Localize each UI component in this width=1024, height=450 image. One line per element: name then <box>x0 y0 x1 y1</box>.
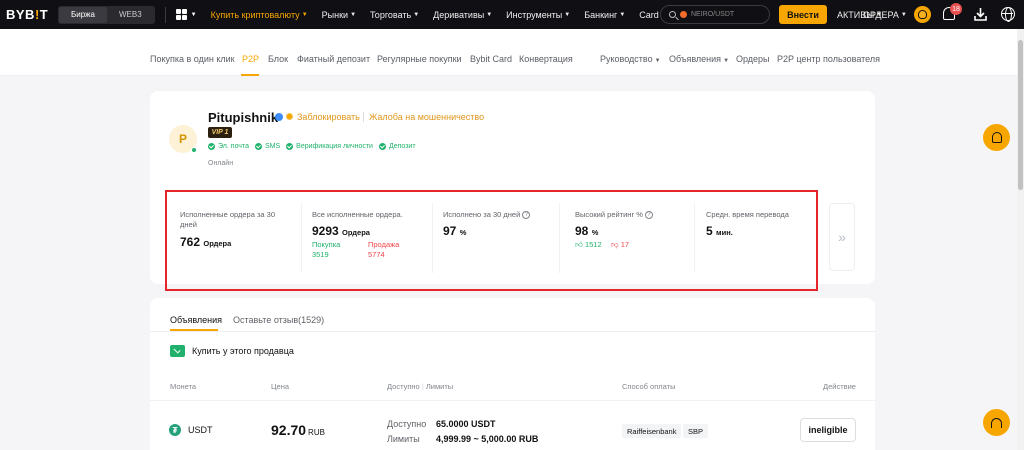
scrollbar-thumb[interactable] <box>1018 40 1023 190</box>
subnav-guide[interactable]: Руководство ▼ <box>600 54 661 64</box>
divider <box>150 331 875 332</box>
globe-icon[interactable] <box>1001 7 1015 22</box>
report-fraud-link[interactable]: Жалоба на мошенничество <box>369 112 484 122</box>
verified-badge-icon <box>275 113 283 121</box>
top-navbar: BYB!T Биржа WEB3 ▼ Купить криптовалюту ▼ … <box>0 0 1024 29</box>
menu-buy-crypto[interactable]: Купить криптовалюту ▼ <box>204 0 315 29</box>
buy-from-seller-header: Купить у этого продавца <box>170 345 294 357</box>
bell-icon <box>991 132 1002 143</box>
chevron-down-icon: ▼ <box>564 11 571 18</box>
subnav-fiat-deposit[interactable]: Фиатный депозит <box>297 54 370 64</box>
check-circle-icon <box>208 143 215 150</box>
avail-values: 65.0000 USDT 4,999.99 ~ 5,000.00 RUB <box>436 419 539 444</box>
vip-badge: VIP 1 <box>208 127 232 138</box>
headset-icon <box>991 417 1002 428</box>
chevron-down-icon: ▼ <box>486 11 493 18</box>
stats-highlight-box <box>165 190 818 291</box>
subnav-one-click-buy[interactable]: Покупка в один клик <box>150 54 235 64</box>
usdt-icon: ₮ <box>169 424 181 436</box>
subnav-orders[interactable]: Ордеры <box>736 54 770 64</box>
merchant-name: Pitupishnik <box>208 110 279 125</box>
coin-name: USDT <box>188 425 213 435</box>
search-input[interactable]: NEIRO/USDT <box>660 5 770 24</box>
chevron-down-icon: ▼ <box>654 58 661 64</box>
verification-sms: SMS <box>254 143 280 150</box>
check-circle-icon <box>286 143 294 150</box>
divider <box>363 112 364 122</box>
verification-identity: Верификация личности <box>286 143 373 150</box>
chevron-down-icon: ▼ <box>723 58 730 64</box>
subnav-recurring-buy[interactable]: Регулярные покупки <box>377 54 462 64</box>
chevron-down-icon: ▼ <box>301 11 308 18</box>
col-action: Действие <box>823 382 856 391</box>
floating-support-button[interactable] <box>983 409 1010 436</box>
col-coin: Монета <box>170 382 197 391</box>
divider <box>150 400 875 401</box>
check-circle-icon <box>254 143 262 150</box>
orders-menu[interactable]: ОРДЕРА ▼ <box>863 0 907 29</box>
subnav-p2p[interactable]: P2P <box>242 54 259 64</box>
notification-badge: 18 <box>950 3 962 15</box>
user-icon <box>918 10 927 19</box>
verification-email: Эл. почта <box>208 143 249 150</box>
bybit-logo[interactable]: BYB!T <box>6 7 50 22</box>
block-user-link[interactable]: Заблокировать <box>297 112 360 122</box>
menu-markets[interactable]: Рынки ▼ <box>315 0 363 29</box>
menu-tools[interactable]: Инструменты ▼ <box>499 0 577 29</box>
active-tab-indicator <box>241 74 259 76</box>
chevron-down-icon: ▼ <box>619 11 626 18</box>
tab-exchange[interactable]: Биржа <box>59 6 107 23</box>
ineligible-button[interactable]: ineligible <box>800 418 856 442</box>
double-chevron-right-icon[interactable]: » <box>829 203 855 271</box>
subnav-ads[interactable]: Объявления ▼ <box>669 54 729 64</box>
search-icon <box>669 11 676 18</box>
subnav-convert[interactable]: Конвертация <box>519 54 573 64</box>
floating-notification-button[interactable] <box>983 124 1010 151</box>
medal-icon <box>286 113 293 120</box>
chevron-down-icon: ▼ <box>413 11 420 18</box>
coin-icon <box>680 11 687 18</box>
check-circle-icon <box>378 143 386 150</box>
tab-ads[interactable]: Объявления <box>170 315 222 325</box>
subnav-bybit-card[interactable]: Bybit Card <box>470 54 512 64</box>
avail-labels: Доступно Лимиты <box>387 419 427 444</box>
chevron-down-icon: ▼ <box>900 11 907 18</box>
verification-deposit: Депозит <box>378 143 416 150</box>
online-status: Онлайн <box>208 160 234 167</box>
menu-banking[interactable]: Банкинг ▼ <box>577 0 632 29</box>
payment-tag: Raiffeisenbank <box>622 424 682 438</box>
subnav-p2p-user-center[interactable]: P2P центр пользователя <box>777 54 880 64</box>
apps-grid-icon[interactable]: ▼ <box>175 8 197 22</box>
main-menu: Купить криптовалюту ▼ Рынки ▼ Торговать ▼ Д… <box>204 0 666 29</box>
tab-reviews[interactable]: Оставьте отзыв(1529) <box>233 315 324 325</box>
subnav-block[interactable]: Блок <box>268 54 288 64</box>
download-icon[interactable] <box>974 7 987 21</box>
deposit-button[interactable]: Внести <box>779 5 827 24</box>
col-price: Цена <box>271 382 290 391</box>
user-avatar[interactable] <box>914 6 931 23</box>
chevron-down-icon: ▼ <box>350 11 357 18</box>
p2p-subnav: Покупка в один клик P2P Блок Фиатный деп… <box>0 29 1024 76</box>
payment-tag: SBP <box>683 424 709 438</box>
ad-price: 92.70 RUB <box>271 422 325 438</box>
exchange-web3-switch: Биржа WEB3 <box>58 5 155 24</box>
menu-trade[interactable]: Торговать ▼ <box>363 0 426 29</box>
menu-derivatives[interactable]: Деривативы ▼ <box>426 0 499 29</box>
verification-list: Эл. почта SMS Верификация личности Депоз… <box>208 143 416 150</box>
buy-icon <box>170 345 185 357</box>
col-payment: Способ оплаты <box>622 382 676 391</box>
col-available: Доступно | Лимиты <box>387 382 454 391</box>
tab-web3[interactable]: WEB3 <box>107 7 154 23</box>
online-indicator <box>191 147 197 153</box>
divider <box>164 6 166 23</box>
